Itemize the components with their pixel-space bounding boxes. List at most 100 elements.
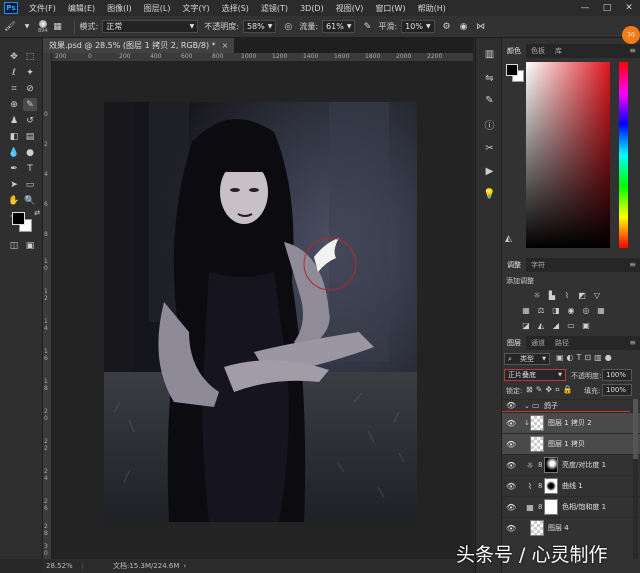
zoom-level[interactable]: 28.52%: [43, 562, 83, 570]
maximize-button[interactable]: □: [596, 0, 618, 16]
panel-menu-icon[interactable]: ≡: [629, 46, 636, 55]
healing-brush-tool-icon[interactable]: ⊕: [7, 98, 21, 111]
panel-menu-icon[interactable]: ≡: [629, 260, 636, 269]
hand-tool-icon[interactable]: ✋: [7, 194, 21, 207]
pressure-size-icon[interactable]: ◉: [458, 21, 470, 33]
brush-settings-icon[interactable]: ▦: [52, 21, 64, 33]
close-icon[interactable]: ×: [222, 41, 229, 50]
hue-saturation-icon[interactable]: ▦: [521, 305, 531, 315]
history-panel-icon[interactable]: ▥: [483, 48, 496, 61]
layer-filter-select[interactable]: ⌕ 类型 ▼: [504, 353, 550, 365]
canvas-area[interactable]: [52, 62, 473, 559]
properties-panel-icon[interactable]: ⇋: [483, 72, 496, 85]
actions-play-icon[interactable]: ▶: [483, 165, 496, 178]
menu-help[interactable]: 帮助(H): [412, 3, 452, 14]
lasso-tool-icon[interactable]: ℓ: [7, 66, 21, 79]
posterize-icon[interactable]: ◭: [536, 320, 546, 330]
color-lookup-icon[interactable]: ▦: [596, 305, 606, 315]
eye-icon[interactable]: 👁: [506, 401, 516, 410]
brush-preset-picker[interactable]: 894: [38, 19, 48, 34]
brush-tool-icon[interactable]: 🖌: [4, 21, 16, 33]
eye-icon[interactable]: 👁: [506, 461, 516, 470]
panel-menu-icon[interactable]: ≡: [629, 338, 636, 347]
layer-filter-icons[interactable]: ▣◐T⊡▥●: [556, 353, 615, 362]
levels-icon[interactable]: ▙: [547, 290, 557, 300]
tab-channels[interactable]: 通道: [526, 336, 550, 350]
symmetry-icon[interactable]: ⋈: [475, 21, 487, 33]
marquee-tool-icon[interactable]: ⬚: [23, 50, 37, 63]
swap-colors-icon[interactable]: ⇄: [30, 206, 44, 219]
eye-icon[interactable]: 👁: [506, 482, 516, 491]
panel-foreground-swatch[interactable]: [506, 64, 518, 76]
magic-wand-tool-icon[interactable]: ✦: [23, 66, 37, 79]
tool-presets-icon[interactable]: ✂: [483, 142, 496, 155]
airbrush-icon[interactable]: ✎: [361, 21, 373, 33]
eye-icon[interactable]: 👁: [506, 503, 516, 512]
tab-adjustments[interactable]: 调整: [502, 258, 526, 272]
tab-paths[interactable]: 路径: [550, 336, 574, 350]
move-tool-icon[interactable]: ✥: [7, 50, 21, 63]
menu-window[interactable]: 窗口(W): [369, 3, 411, 14]
smoothing-input[interactable]: 10% ▼: [401, 20, 435, 33]
minimize-button[interactable]: —: [574, 0, 596, 16]
channel-mixer-icon[interactable]: ◎: [581, 305, 591, 315]
menu-view[interactable]: 视图(V): [330, 3, 370, 14]
lock-icons[interactable]: ⊠✎✥⌗🔒: [526, 385, 576, 395]
eyedropper-tool-icon[interactable]: ⊘: [23, 82, 37, 95]
layer-row[interactable]: 👁 ▦ 8 色相/饱和度 1: [502, 496, 640, 517]
history-brush-tool-icon[interactable]: ↺: [23, 114, 37, 127]
document-canvas[interactable]: [104, 102, 417, 522]
menu-edit[interactable]: 编辑(E): [62, 3, 101, 14]
color-field[interactable]: [526, 62, 610, 248]
layer-opacity-input[interactable]: 100%: [602, 369, 632, 381]
layer-row[interactable]: 👁 ☼ 8 亮度/对比度 1: [502, 454, 640, 475]
brush-tool-icon[interactable]: ✎: [23, 98, 37, 111]
rectangle-tool-icon[interactable]: ▭: [23, 178, 37, 191]
fill-input[interactable]: 100%: [602, 384, 632, 396]
black-white-icon[interactable]: ◨: [551, 305, 561, 315]
gamut-warning-icon[interactable]: ◭: [505, 234, 512, 244]
menu-3d[interactable]: 3D(D): [294, 4, 330, 13]
blend-mode-select[interactable]: 正常 ▼: [102, 20, 199, 33]
hue-slider[interactable]: [619, 62, 628, 248]
crop-tool-icon[interactable]: ⌗: [7, 82, 21, 95]
tab-character[interactable]: 字符: [526, 258, 550, 272]
screen-mode-icon[interactable]: ▣: [23, 239, 37, 252]
color-balance-icon[interactable]: ⚖: [536, 305, 546, 315]
gradient-tool-icon[interactable]: ▤: [23, 130, 37, 143]
exposure-icon[interactable]: ◩: [577, 290, 587, 300]
invert-icon[interactable]: ◪: [521, 320, 531, 330]
blur-tool-icon[interactable]: 💧: [7, 146, 21, 159]
brush-settings-panel-icon[interactable]: ✎: [483, 94, 496, 107]
flow-input[interactable]: 61% ▼: [322, 20, 356, 33]
chevron-down-icon[interactable]: ▼: [21, 21, 33, 33]
layer-row[interactable]: 👁 图层 1 拷贝: [502, 433, 640, 454]
eye-icon[interactable]: 👁: [506, 419, 516, 428]
eye-icon[interactable]: 👁: [506, 524, 516, 533]
eraser-tool-icon[interactable]: ◧: [7, 130, 21, 143]
tab-libraries[interactable]: 库: [550, 44, 567, 58]
brightness-icon[interactable]: ☼: [532, 290, 542, 300]
layer-row[interactable]: 👁 ⌇ 8 曲线 1: [502, 475, 640, 496]
chevron-right-icon[interactable]: ›: [183, 562, 186, 570]
scrollbar-thumb[interactable]: [633, 399, 638, 459]
threshold-icon[interactable]: ◢: [551, 320, 561, 330]
tab-layers[interactable]: 图层: [502, 336, 526, 350]
chevron-down-icon[interactable]: ⌄: [524, 402, 530, 410]
quick-mask-icon[interactable]: ◫: [7, 239, 21, 252]
eye-icon[interactable]: 👁: [506, 440, 516, 449]
menu-image[interactable]: 图像(I): [101, 3, 138, 14]
tab-color[interactable]: 颜色: [502, 44, 526, 58]
learn-panel-icon[interactable]: 💡: [483, 188, 496, 201]
vibrance-icon[interactable]: ▽: [592, 290, 602, 300]
pressure-opacity-icon[interactable]: ◎: [282, 21, 294, 33]
layers-scrollbar[interactable]: [633, 399, 638, 559]
document-tab[interactable]: 效果.psd @ 28.5% (图层 1 拷贝 2, RGB/8) * ×: [43, 38, 235, 53]
path-selection-tool-icon[interactable]: ➤: [7, 178, 21, 191]
smoothing-settings-icon[interactable]: ⚙: [441, 21, 453, 33]
selective-color-icon[interactable]: ▣: [581, 320, 591, 330]
layer-row[interactable]: 👁 ↓ 图层 1 拷贝 2: [502, 412, 640, 433]
layer-group-row[interactable]: 👁 ⌄ ▭ 鸽子: [502, 399, 640, 411]
gradient-map-icon[interactable]: ▭: [566, 320, 576, 330]
opacity-input[interactable]: 58% ▼: [242, 20, 277, 33]
